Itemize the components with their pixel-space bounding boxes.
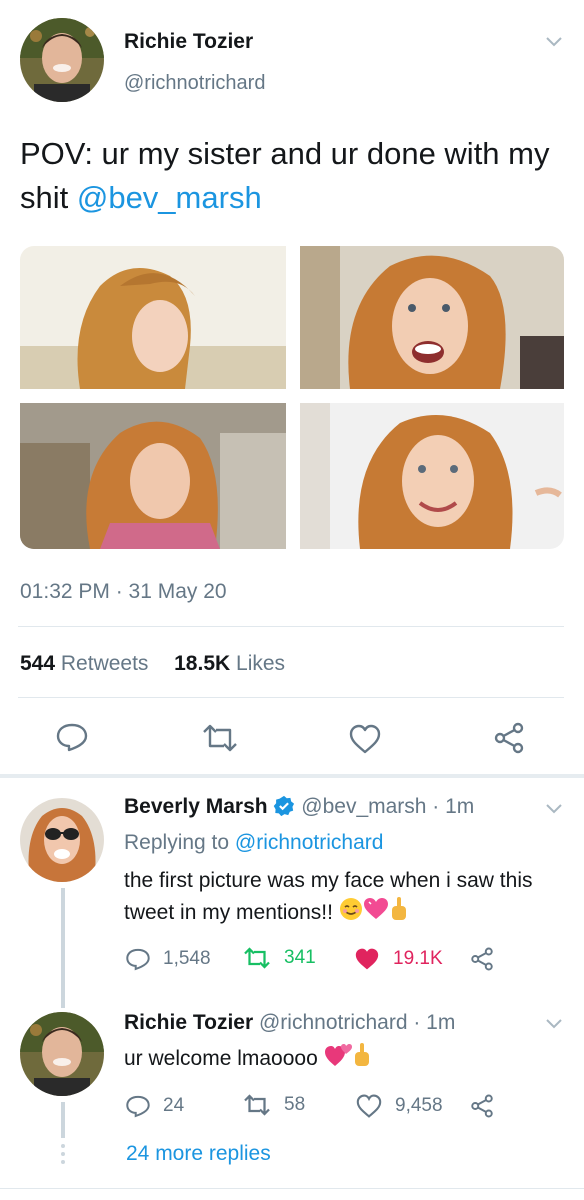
likes-count[interactable]: 18.5K Likes <box>174 652 285 675</box>
tweet-photo-1[interactable] <box>20 246 286 389</box>
retweet-icon[interactable] <box>200 724 240 752</box>
reply-icon <box>126 948 150 971</box>
replying-to-link[interactable]: @richnotrichard <box>235 831 384 854</box>
reply2-text: ur welcome lmaoooo <box>124 1042 372 1077</box>
reply2-thread-line <box>61 1102 65 1138</box>
pink-heart-emoji <box>363 897 389 930</box>
bottom-divider <box>0 1188 584 1189</box>
reply1-reply-action[interactable]: 1,548 <box>125 947 211 971</box>
section-divider <box>0 774 584 778</box>
reply2-avatar[interactable] <box>20 1012 104 1096</box>
reply2-handle-time[interactable]: @richnotrichard · 1m <box>259 1011 455 1034</box>
author-handle[interactable]: @richnotrichard <box>124 72 265 95</box>
tweet-photo-4[interactable] <box>300 403 564 549</box>
like-icon[interactable] <box>348 724 382 754</box>
retweets-count[interactable]: 544 Retweets <box>20 652 148 675</box>
middle-finger-emoji <box>389 896 409 931</box>
retweet-icon <box>244 1094 270 1116</box>
reply1-retweet-action[interactable]: 341 <box>242 947 316 969</box>
tweet-timestamp[interactable]: 01:32 PM · 31 May 20 <box>20 580 227 604</box>
share-icon[interactable] <box>470 947 494 971</box>
verified-badge-icon <box>274 795 295 817</box>
reply2-retweet-action[interactable]: 58 <box>242 1094 305 1116</box>
chevron-down-icon[interactable] <box>545 1018 563 1030</box>
reply-icon[interactable] <box>55 722 89 752</box>
author-name[interactable]: Richie Tozier <box>124 30 253 54</box>
replying-to: Replying to @richnotrichard <box>124 831 384 854</box>
reply2-reply-action[interactable]: 24 <box>125 1094 184 1118</box>
divider <box>18 697 564 698</box>
more-replies-link[interactable]: 24 more replies <box>126 1142 271 1166</box>
retweet-icon <box>244 947 270 969</box>
chevron-down-icon[interactable] <box>545 36 563 48</box>
middle-finger-emoji <box>352 1042 372 1077</box>
reply2-like-action[interactable]: 9,458 <box>355 1094 443 1118</box>
author-avatar[interactable] <box>20 18 104 102</box>
reply1-author-name[interactable]: Beverly Marsh <box>124 795 268 818</box>
divider <box>18 626 564 627</box>
smiling-face-emoji <box>339 897 363 930</box>
thread-dots <box>61 1144 65 1164</box>
reply1-header: Beverly Marsh @bev_marsh · 1m <box>124 795 474 819</box>
chevron-down-icon[interactable] <box>545 803 563 815</box>
share-icon[interactable] <box>470 1094 494 1118</box>
like-filled-icon <box>355 948 379 970</box>
share-icon[interactable] <box>493 722 525 754</box>
mention-link[interactable]: @bev_marsh <box>77 180 262 215</box>
reply1-text: the first picture was my face when i saw… <box>124 866 564 931</box>
revolving-hearts-emoji <box>324 1042 352 1077</box>
reply1-thread-line <box>61 888 65 1008</box>
reply1-like-action[interactable]: 19.1K <box>353 947 443 971</box>
reply1-avatar[interactable] <box>20 798 104 882</box>
engagement-counts: 544 Retweets 18.5K Likes <box>20 652 285 676</box>
like-icon <box>356 1094 382 1118</box>
reply2-author-name[interactable]: Richie Tozier <box>124 1011 253 1034</box>
tweet-photo-3[interactable] <box>20 403 286 549</box>
reply2-header: Richie Tozier @richnotrichard · 1m <box>124 1011 455 1035</box>
tweet-text: POV: ur my sister and ur done with my sh… <box>20 132 568 220</box>
reply-icon <box>126 1095 150 1118</box>
tweet-photo-2[interactable] <box>300 246 564 389</box>
reply1-handle-time[interactable]: @bev_marsh · 1m <box>301 795 474 818</box>
